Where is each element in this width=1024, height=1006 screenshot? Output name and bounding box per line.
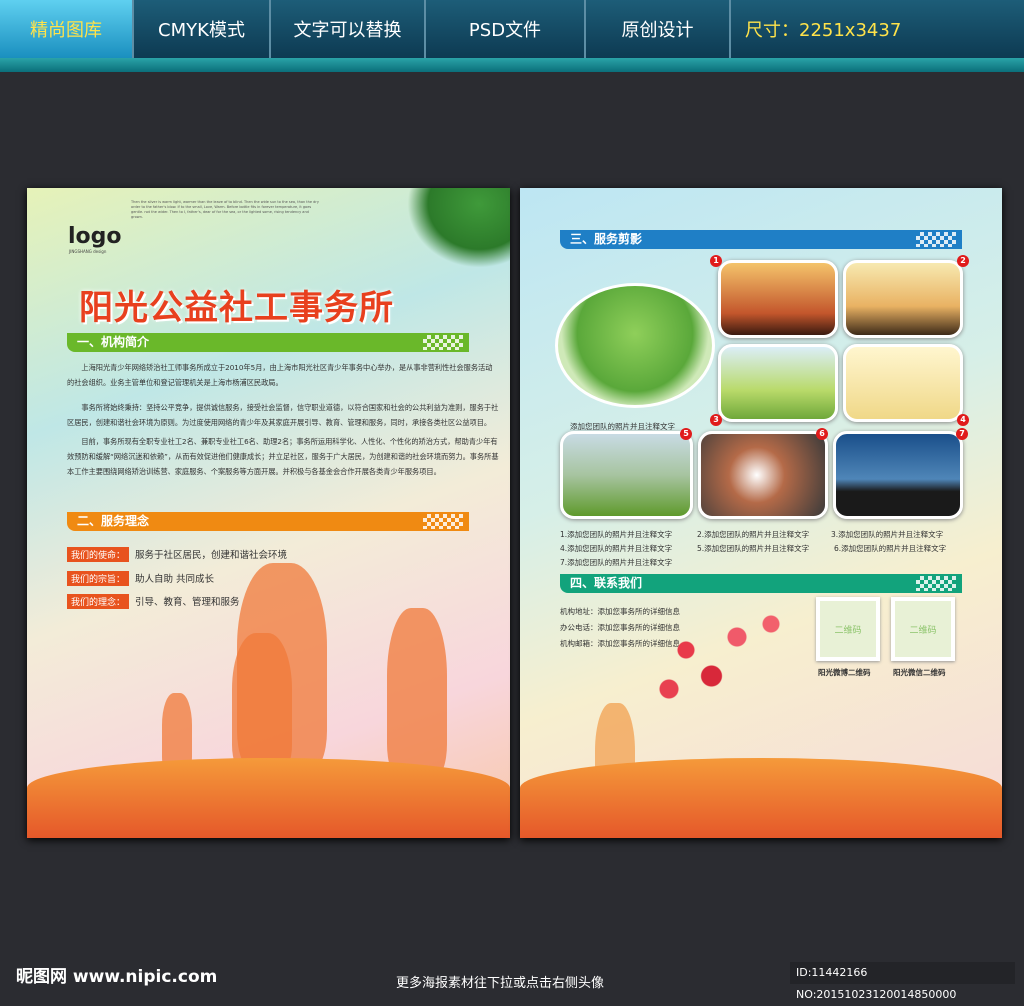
- photo-caption: 3.添加您团队的照片并且注释文字: [831, 530, 944, 539]
- weibo-qr-code: 二维码: [816, 597, 880, 661]
- section-header-intro: 一、机构简介: [67, 333, 469, 352]
- item-label: 我们的宗旨：: [67, 571, 130, 586]
- photo-caption: 4.添加您团队的照片并且注释文字: [560, 544, 673, 553]
- logo-subtitle: JINGSHANG design: [69, 249, 107, 254]
- checker-decor: [423, 514, 463, 529]
- gallery-photo-3[interactable]: [718, 344, 838, 422]
- ground-decor: [27, 758, 510, 838]
- qr-label: 阳光微信二维码: [893, 668, 946, 677]
- photo-number-badge: 6: [816, 428, 828, 440]
- wechat-qr-code: 二维码: [891, 597, 955, 661]
- heart-balloons: [635, 598, 805, 728]
- child-silhouette: [232, 633, 292, 773]
- intro-paragraph: 上海阳光青少年网络矫治社工师事务所成立于2010年5月，由上海市阳光社区青少年事…: [67, 363, 493, 387]
- checker-decor: [423, 335, 463, 350]
- item-label: 我们的使命：: [67, 547, 130, 562]
- leaves-image: [407, 188, 510, 268]
- intro-paragraph: 目前，事务所现有全职专业社工2名、兼职专业社工6名、助理2名；事务所运用科学化、…: [67, 437, 499, 476]
- photo-number-badge: 7: [956, 428, 968, 440]
- site-logo[interactable]: 昵图网 www.nipic.com: [16, 962, 217, 987]
- item-text: 服务于社区居民，创建和谐社会环境: [135, 550, 288, 561]
- gallery-photo-2[interactable]: [843, 260, 963, 338]
- intro-paragraph: 事务所将始终秉持：坚持公平竞争，提供诚信服务，接受社会监督，信守职业道德，以符合…: [67, 403, 499, 427]
- section-title: 四、联系我们: [570, 576, 643, 590]
- photo-caption: 6.添加您团队的照片并且注释文字: [834, 544, 947, 553]
- qr-label: 阳光微博二维码: [818, 668, 871, 677]
- tab-jingshang[interactable]: 精尚图库: [0, 0, 134, 58]
- photo-caption: 7.添加您团队的照片并且注释文字: [560, 558, 673, 567]
- gallery-photo-1[interactable]: [718, 260, 838, 338]
- concept-item: 我们的理念： 引导、教育、管理和服务: [67, 594, 240, 609]
- footer-hint: 更多海报素材往下拉或点击右侧头像: [396, 976, 605, 991]
- child-silhouette: [387, 608, 447, 778]
- section-header-contact: 四、联系我们: [560, 574, 962, 593]
- section-header-gallery: 三、服务剪影: [560, 230, 962, 249]
- checker-decor: [916, 232, 956, 247]
- mission-item: 我们的使命： 服务于社区居民，创建和谐社会环境: [67, 547, 287, 562]
- item-text: 助人自助 共同成长: [135, 574, 215, 585]
- image-id: ID:11442166 NO:20151023120014850000: [790, 962, 1015, 1001]
- item-text: 引导、教育、管理和服务: [135, 597, 240, 608]
- tab-cmyk[interactable]: CMYK模式: [134, 0, 271, 58]
- photo-caption: 2.添加您团队的照片并且注释文字: [697, 530, 810, 539]
- photo-number-badge: 4: [957, 414, 969, 426]
- gallery-photo-6[interactable]: [698, 431, 828, 519]
- photo-number-badge: 5: [680, 428, 692, 440]
- photo-caption: 1.添加您团队的照片并且注释文字: [560, 530, 673, 539]
- tree-photo: [555, 283, 715, 408]
- page-title: 阳光公益社工事务所: [79, 288, 394, 328]
- section-title: 三、服务剪影: [570, 232, 643, 246]
- decor-text: Then the silver is warm light, warmer th…: [131, 200, 319, 219]
- gallery-photo-7[interactable]: [833, 431, 963, 519]
- photo-number-badge: 3: [710, 414, 722, 426]
- gallery-photo-4[interactable]: [843, 344, 963, 422]
- logo: logo: [68, 224, 122, 249]
- purpose-item: 我们的宗旨： 助人自助 共同成长: [67, 571, 214, 586]
- tab-text-replaceable[interactable]: 文字可以替换: [271, 0, 426, 58]
- photo-number-badge: 2: [957, 255, 969, 267]
- tab-psd[interactable]: PSD文件: [426, 0, 586, 58]
- photo-number-badge: 1: [710, 255, 722, 267]
- top-nav: 精尚图库 CMYK模式 文字可以替换 PSD文件 原创设计 尺寸：2251x34…: [0, 0, 1024, 58]
- tab-size: 尺寸：2251x3437: [745, 20, 902, 41]
- item-label: 我们的理念：: [67, 594, 130, 609]
- divider-stripe: [0, 58, 1024, 72]
- photo-caption: 5.添加您团队的照片并且注释文字: [697, 544, 810, 553]
- section-header-philosophy: 二、服务理念: [67, 512, 469, 531]
- ground-decor: [520, 758, 1002, 838]
- poster-back: 三、服务剪影 添加您团队的照片并且注释文字 1 2 3 4 5 6 7 1.添加…: [520, 188, 1002, 838]
- tab-original[interactable]: 原创设计: [586, 0, 731, 58]
- gallery-photo-5[interactable]: [560, 431, 693, 519]
- checker-decor: [916, 576, 956, 591]
- section-title: 二、服务理念: [77, 514, 150, 528]
- poster-front: logo JINGSHANG design Then the silver is…: [27, 188, 510, 838]
- section-title: 一、机构简介: [77, 335, 150, 349]
